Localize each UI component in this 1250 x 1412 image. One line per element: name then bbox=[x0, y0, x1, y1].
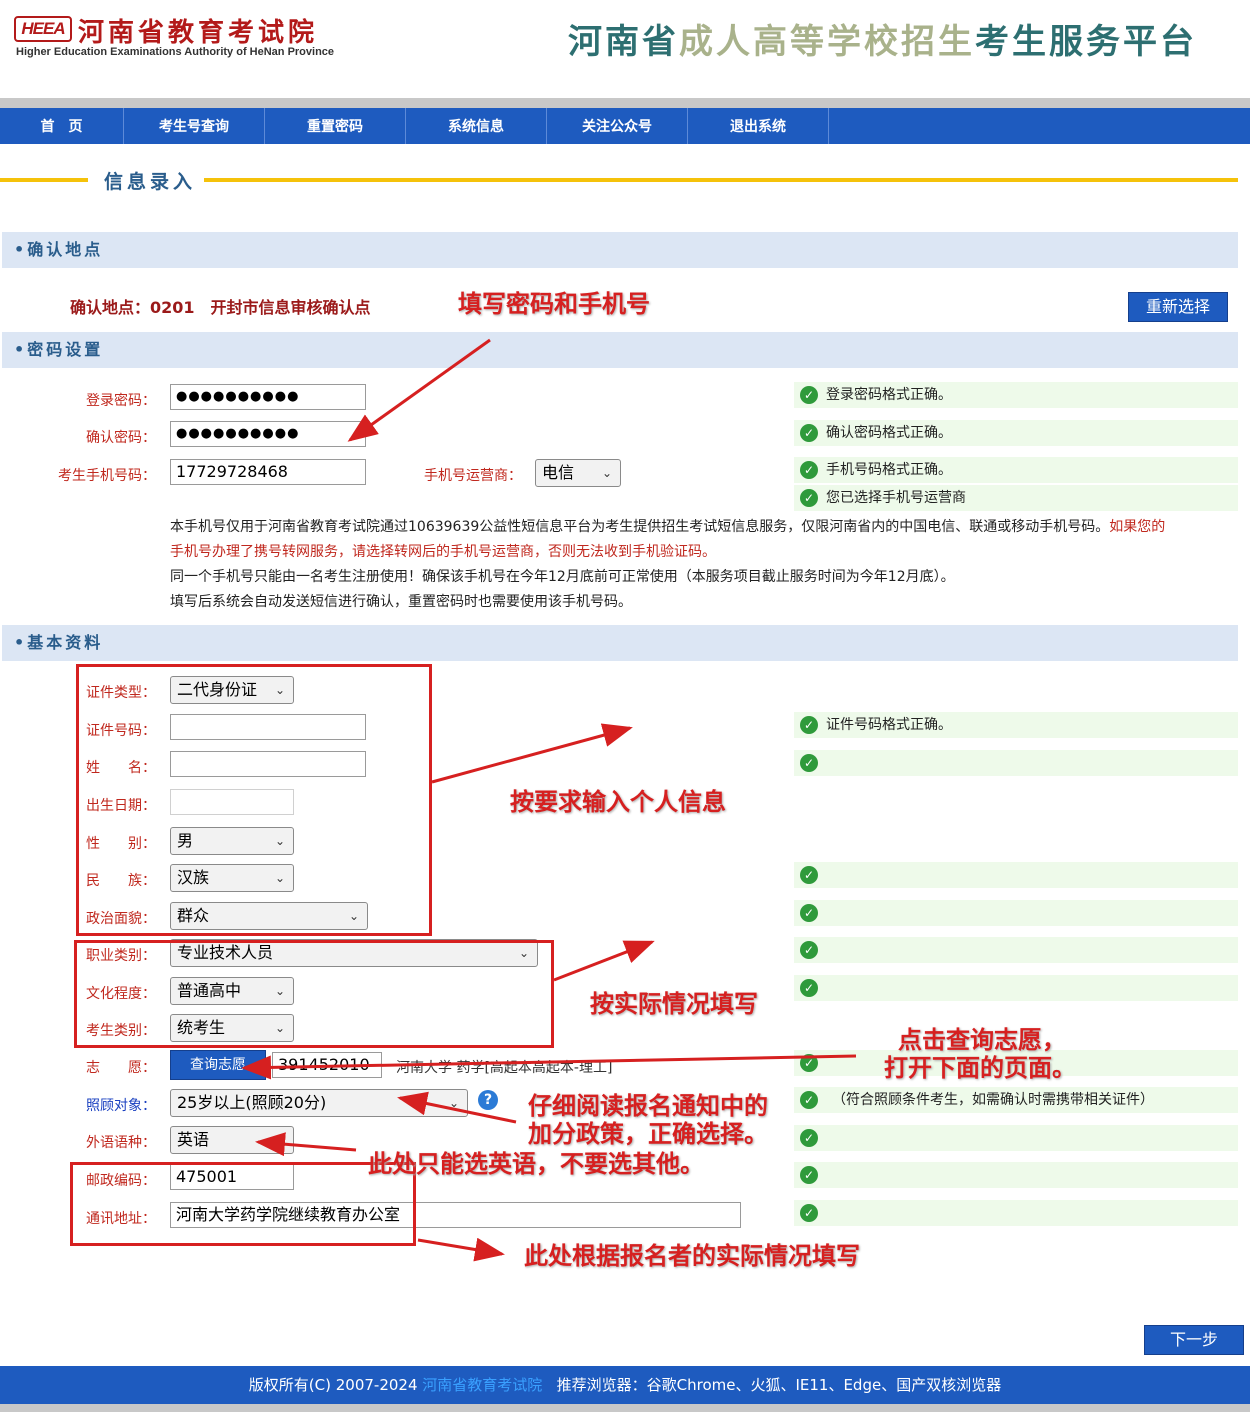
title-line-left bbox=[0, 178, 88, 182]
nav-system-info[interactable]: 系统信息 bbox=[406, 108, 547, 144]
nav-home[interactable]: 首 页 bbox=[0, 108, 124, 144]
header-divider bbox=[0, 98, 1250, 108]
check-icon: ✓ bbox=[800, 716, 818, 734]
status-confirm-password: ✓ 确认密码格式正确。 bbox=[794, 420, 1238, 446]
confirm-password-input[interactable]: ●●●●●●●●●● bbox=[170, 421, 366, 447]
platform-title: 河南省成人高等学校招生考生服务平台 bbox=[568, 14, 1197, 63]
annotation-wish-line2: 打开下面的页面。 bbox=[884, 1053, 1076, 1082]
footer-bottom-band bbox=[0, 1404, 1250, 1412]
footer-copyright: 版权所有(C) 2007-2024 bbox=[248, 1376, 418, 1394]
check-icon: ✓ bbox=[800, 1091, 818, 1109]
login-password-input[interactable]: ●●●●●●●●●● bbox=[170, 384, 366, 410]
section-password-label: •密码设置 bbox=[14, 340, 104, 359]
status-address: ✓ bbox=[794, 1200, 1238, 1226]
annotation-address: 此处根据报名者的实际情况填写 bbox=[524, 1241, 860, 1270]
check-icon: ✓ bbox=[800, 1166, 818, 1184]
phone-input[interactable]: 17729728468 bbox=[170, 459, 366, 485]
confirm-location-text: 确认地点：0201 开封市信息审核确认点 bbox=[70, 298, 371, 317]
wish-text: 河南大学 药学[高起本高起本-理工] bbox=[396, 1060, 613, 1076]
nav-reset-password[interactable]: 重置密码 bbox=[265, 108, 406, 144]
status-language: ✓ bbox=[794, 1125, 1238, 1151]
section-password: •密码设置 bbox=[2, 332, 1238, 368]
query-wish-button[interactable]: 查询志愿 bbox=[170, 1050, 266, 1080]
nav-exam-number-query[interactable]: 考生号查询 bbox=[124, 108, 265, 144]
status-name: ✓ bbox=[794, 750, 1238, 776]
check-icon: ✓ bbox=[800, 424, 818, 442]
login-password-label: 登录密码： bbox=[86, 393, 156, 409]
logo-icon: HEEA bbox=[14, 16, 72, 42]
annotation-actual: 按实际情况填写 bbox=[590, 989, 758, 1018]
check-icon: ✓ bbox=[800, 386, 818, 404]
phone-note-line1: 本手机号仅用于河南省教育考试院通过10639639公益性短信息平台为考生提供招生… bbox=[170, 519, 1166, 535]
status-carrier: ✓ 您已选择手机号运营商 bbox=[794, 485, 1238, 511]
annotation-box-address bbox=[70, 1162, 416, 1246]
annotation-box-personal bbox=[76, 664, 432, 936]
check-icon: ✓ bbox=[800, 1054, 818, 1072]
main-nav: 首 页 考生号查询 重置密码 系统信息 关注公众号 退出系统 bbox=[0, 108, 1250, 144]
chevron-down-icon: ⌄ bbox=[448, 1096, 459, 1110]
status-job: ✓ bbox=[794, 937, 1238, 963]
platform-title-b: 成人高等学校招生 bbox=[679, 22, 975, 62]
section-basic: •基本资料 bbox=[2, 625, 1238, 661]
check-icon: ✓ bbox=[800, 941, 818, 959]
status-political: ✓ bbox=[794, 900, 1238, 926]
status-login-password: ✓ 登录密码格式正确。 bbox=[794, 382, 1238, 408]
check-icon: ✓ bbox=[800, 1204, 818, 1222]
annotation-fill-password: 填写密码和手机号 bbox=[458, 289, 650, 318]
title-line-right bbox=[204, 178, 1238, 182]
page-footer: 版权所有(C) 2007-2024 河南省教育考试院 推荐浏览器：谷歌Chrom… bbox=[0, 1366, 1250, 1404]
language-select[interactable]: 英语 ⌄ bbox=[170, 1126, 294, 1154]
wish-code-input[interactable]: 391452010 bbox=[272, 1052, 382, 1078]
annotation-box-actual bbox=[74, 940, 554, 1048]
check-icon: ✓ bbox=[800, 489, 818, 507]
check-icon: ✓ bbox=[800, 904, 818, 922]
platform-title-a: 河南省 bbox=[568, 22, 679, 62]
carrier-label: 手机号运营商： bbox=[424, 468, 522, 484]
arrow-from-personal bbox=[431, 723, 633, 784]
nav-follow-account[interactable]: 关注公众号 bbox=[547, 108, 688, 144]
page-title: 信息录入 bbox=[104, 171, 197, 193]
section-basic-label: •基本资料 bbox=[14, 633, 104, 652]
footer-browsers: 推荐浏览器：谷歌Chrome、火狐、IE11、Edge、国产双核浏览器 bbox=[556, 1376, 1002, 1394]
phone-note-line2: 手机号办理了携号转网服务，请选择转网后的手机号运营商，否则无法收到手机验证码。 bbox=[170, 544, 716, 560]
carrier-select[interactable]: 电信 ⌄ bbox=[535, 459, 621, 487]
section-location: •确认地点 bbox=[2, 232, 1238, 268]
arrow-from-address bbox=[417, 1237, 505, 1262]
logo-title: 河南省教育考试院 bbox=[78, 18, 319, 48]
care-label[interactable]: 照顾对象： bbox=[40, 1095, 156, 1115]
check-icon: ✓ bbox=[800, 979, 818, 997]
check-icon: ✓ bbox=[800, 1129, 818, 1147]
page-title-row: 信息录入 bbox=[0, 165, 1250, 195]
check-icon: ✓ bbox=[800, 754, 818, 772]
platform-title-c: 考生服务平台 bbox=[975, 22, 1197, 62]
page-header: HEEA 河南省教育考试院 Higher Education Examinati… bbox=[0, 0, 1250, 98]
status-phone: ✓ 手机号码格式正确。 bbox=[794, 457, 1238, 483]
confirm-password-label: 确认密码： bbox=[86, 430, 156, 446]
annotation-personal-info: 按要求输入个人信息 bbox=[510, 787, 726, 816]
chevron-down-icon: ⌄ bbox=[601, 466, 612, 480]
arrow-from-actual bbox=[553, 940, 655, 982]
help-icon[interactable]: ? bbox=[478, 1090, 498, 1110]
check-icon: ✓ bbox=[800, 866, 818, 884]
care-select[interactable]: 25岁以上(照顾20分) ⌄ bbox=[170, 1089, 468, 1117]
annotation-english: 此处只能选英语，不要选其他。 bbox=[368, 1149, 704, 1178]
phone-note-line3: 同一个手机号只能由一名考生注册使用！确保该手机号在今年12月底前可正常使用（本服… bbox=[170, 569, 955, 585]
reselect-button[interactable]: 重新选择 bbox=[1128, 292, 1228, 322]
language-label: 外语语种： bbox=[86, 1135, 156, 1151]
section-location-label: •确认地点 bbox=[14, 240, 104, 259]
status-care: ✓ （符合照顾条件考生，如需确认时需携带相关证件） bbox=[794, 1087, 1238, 1113]
wish-label: 志 愿： bbox=[86, 1060, 156, 1076]
next-step-button[interactable]: 下一步 bbox=[1144, 1325, 1244, 1355]
logo-subtitle: Higher Education Examinations Authority … bbox=[16, 46, 335, 58]
footer-org-link[interactable]: 河南省教育考试院 bbox=[422, 1376, 542, 1394]
phone-label: 考生手机号码： bbox=[58, 468, 156, 484]
status-education: ✓ bbox=[794, 975, 1238, 1001]
phone-note-line4: 填写后系统会自动发送短信进行确认，重置密码时也需要使用该手机号码。 bbox=[170, 594, 632, 610]
nav-logout[interactable]: 退出系统 bbox=[688, 108, 829, 144]
chevron-down-icon: ⌄ bbox=[274, 1133, 285, 1147]
status-ethnic: ✓ bbox=[794, 862, 1238, 888]
status-id-number: ✓ 证件号码格式正确。 bbox=[794, 712, 1238, 738]
status-zip: ✓ bbox=[794, 1162, 1238, 1188]
check-icon: ✓ bbox=[800, 461, 818, 479]
